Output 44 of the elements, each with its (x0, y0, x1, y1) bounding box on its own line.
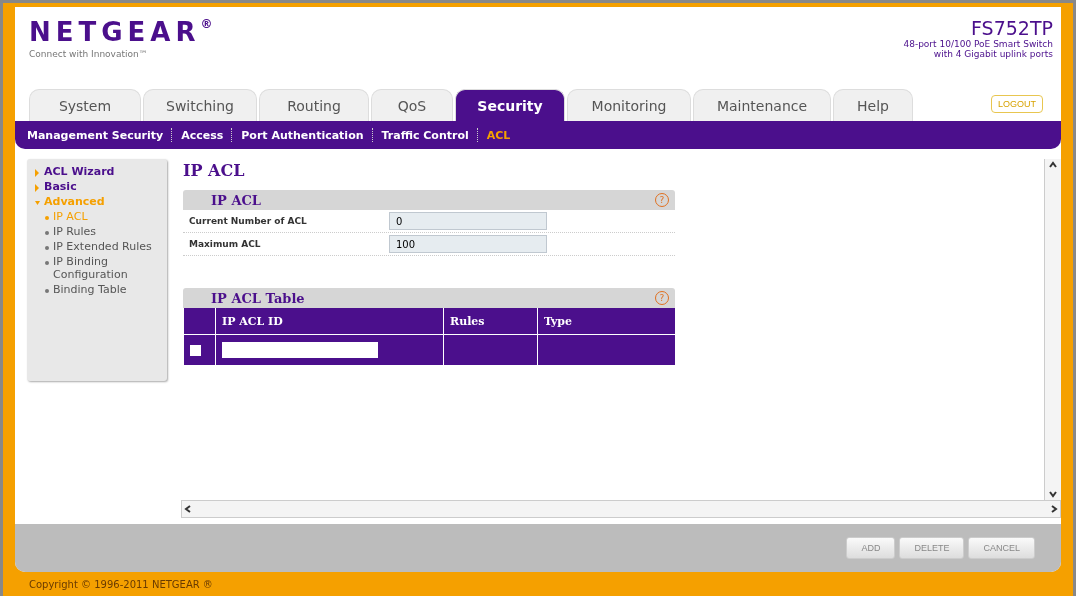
nav-tab[interactable]: Maintenance (693, 89, 831, 121)
bullet-icon (45, 261, 49, 265)
subnav-link[interactable]: Traffic Control (381, 128, 469, 142)
nav-tab[interactable]: Monitoring (567, 89, 691, 121)
model-name: FS752TP (970, 17, 1053, 39)
bullet-icon (45, 216, 49, 220)
sidebar-subitem[interactable]: IP Rules (35, 225, 159, 238)
column-header: Rules (443, 308, 537, 334)
sidebar-subitem[interactable]: IP Extended Rules (35, 240, 159, 253)
copyright-text: Copyright © 1996-2011 NETGEAR ® (28, 577, 214, 592)
value-field: 0 (389, 212, 547, 230)
vertical-scrollbar[interactable] (1044, 159, 1061, 500)
panel-title: IP ACL Table (211, 290, 305, 306)
product-description: with 4 Gigabit uplink ports (932, 49, 1053, 59)
nav-tab[interactable]: Security (455, 89, 565, 121)
page-title: IP ACL (183, 161, 246, 180)
acl-id-input[interactable] (222, 342, 378, 358)
bullet-icon (45, 231, 49, 235)
horizontal-scrollbar[interactable] (181, 500, 1061, 518)
netgear-logo: NETGEAR® (29, 17, 218, 47)
tagline: Connect with Innovation™ (29, 49, 149, 59)
row-checkbox[interactable] (190, 344, 201, 356)
nav-tab[interactable]: Switching (143, 89, 257, 121)
subnav-link[interactable]: Management Security (27, 128, 164, 142)
column-header: IP ACL ID (215, 308, 443, 334)
subnav-link[interactable]: Access (181, 128, 224, 142)
subnav-link[interactable]: Port Authentication (241, 128, 364, 142)
bullet-icon (45, 289, 49, 293)
nav-tab[interactable]: QoS (371, 89, 453, 121)
field-label: Current Number of ACL (188, 216, 308, 226)
panel-title: IP ACL (211, 192, 261, 208)
value-field: 100 (389, 235, 547, 253)
nav-tab[interactable]: Help (833, 89, 913, 121)
field-label: Maximum ACL (188, 239, 262, 249)
sidebar-subitem[interactable]: Binding Table (35, 283, 159, 296)
column-header: Type (537, 308, 675, 334)
subnav-link[interactable]: ACL (486, 128, 511, 142)
nav-tab[interactable]: System (29, 89, 141, 121)
bullet-icon (45, 246, 49, 250)
sidebar-item[interactable]: ACL Wizard (35, 165, 159, 178)
sidebar-subitem[interactable]: IP Binding Configuration (35, 255, 159, 281)
product-description: 48-port 10/100 PoE Smart Switch (903, 39, 1053, 49)
nav-tab[interactable]: Routing (259, 89, 369, 121)
sidebar-item[interactable]: Basic (35, 180, 159, 193)
